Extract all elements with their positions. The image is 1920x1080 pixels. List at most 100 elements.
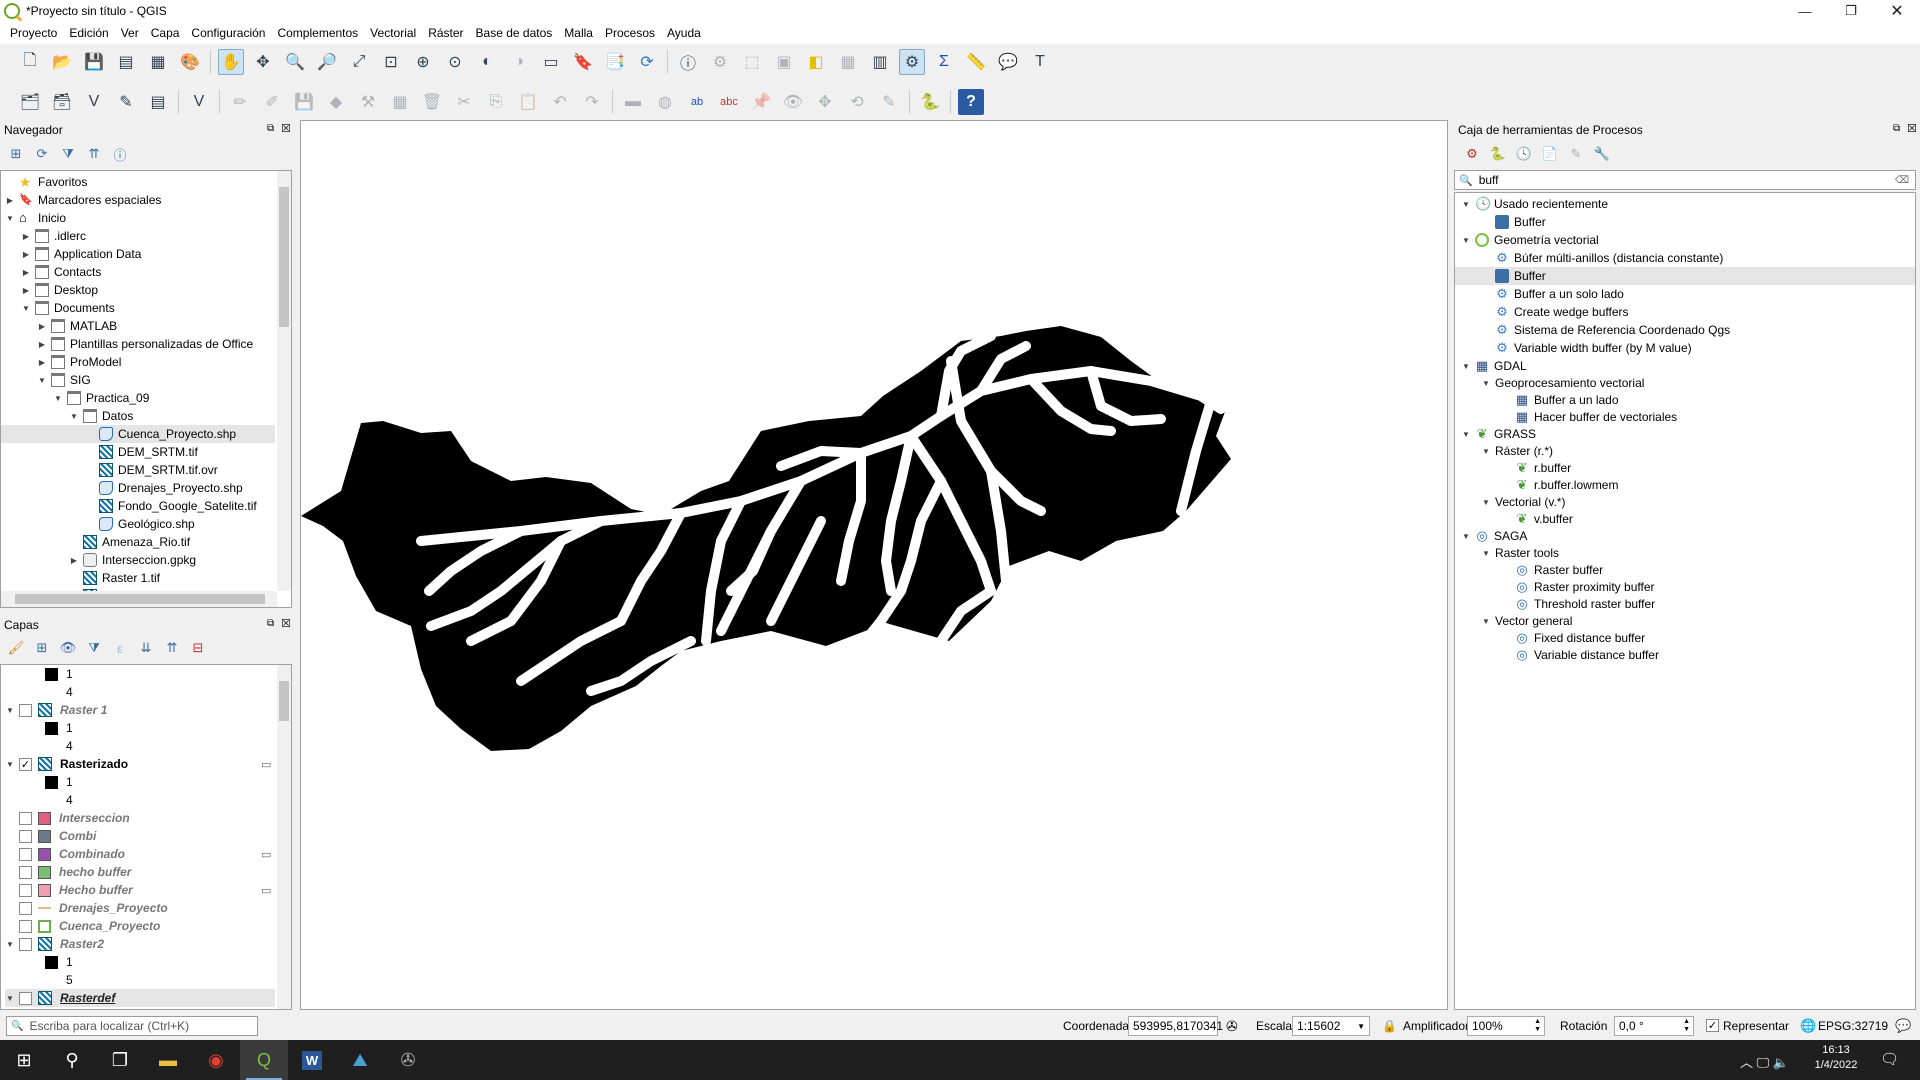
help-icon[interactable]: ? xyxy=(958,89,984,115)
digitize-with-segment-icon[interactable]: V xyxy=(186,89,212,115)
collapse-arrow-icon[interactable]: ▶ xyxy=(21,286,31,295)
zoom-native-icon[interactable]: ⊙ xyxy=(442,49,468,75)
open-project-icon[interactable]: 📂 xyxy=(49,49,75,75)
qgis-taskbar-icon[interactable]: Q xyxy=(240,1040,288,1080)
browser-item[interactable]: ▶ Application Data xyxy=(21,245,275,263)
browser-item[interactable]: Amenaza_Rio.tif xyxy=(69,533,275,551)
options-icon[interactable]: 🔧 xyxy=(1592,144,1612,164)
expand-arrow-icon[interactable]: ▼ xyxy=(1461,532,1471,541)
collapse-arrow-icon[interactable]: ▶ xyxy=(21,268,31,277)
processing-item[interactable]: ⚙ Buffer a un solo lado xyxy=(1455,285,1915,303)
browser-item[interactable]: Cuenca_Proyecto.shp xyxy=(1,425,275,443)
history-icon[interactable]: 🕓 xyxy=(1514,144,1534,164)
layer-item[interactable]: ▼ Raster 1 xyxy=(5,701,275,719)
processing-item[interactable]: ⚙ Variable width buffer (by M value) xyxy=(1455,339,1915,357)
layer-indicator-icon[interactable]: ▭ xyxy=(261,848,271,861)
zoom-full-icon[interactable]: ⤢ xyxy=(346,49,372,75)
run-feature-action-icon[interactable]: ⚙ xyxy=(707,49,733,75)
expand-arrow-icon[interactable]: ▼ xyxy=(1481,498,1491,507)
layer-visibility-checkbox[interactable] xyxy=(19,811,32,825)
processing-item[interactable]: ⚙ Búfer múlti-anillos (distancia constant… xyxy=(1455,249,1915,267)
collapse-arrow-icon[interactable]: ▶ xyxy=(37,340,47,349)
browser-item[interactable]: ▼ ⌂ Inicio xyxy=(5,209,275,227)
filter-by-expression-icon[interactable]: ε xyxy=(110,638,130,658)
paste-features-icon[interactable]: 📋 xyxy=(515,89,541,115)
processing-item[interactable]: ◎ Raster proximity buffer xyxy=(1455,578,1915,596)
tray-icons[interactable]: ︿ 🖵 🔈 xyxy=(1740,1052,1789,1071)
pan-map-icon[interactable]: ✋ xyxy=(218,49,244,75)
statistical-summary-icon[interactable]: Σ xyxy=(931,49,957,75)
task-view-icon[interactable]: ❐ xyxy=(96,1040,144,1080)
menu-capa[interactable]: Capa xyxy=(145,26,186,40)
layer-visibility-checkbox[interactable] xyxy=(19,919,32,933)
browser-item[interactable]: Drenajes_Proyecto.shp xyxy=(85,479,275,497)
menu-malla[interactable]: Malla xyxy=(558,26,599,40)
text-annotation-icon[interactable]: T xyxy=(1027,49,1053,75)
rotate-label-icon[interactable]: ⟲ xyxy=(844,89,870,115)
file-explorer-icon[interactable]: ▬ xyxy=(144,1040,192,1080)
expand-arrow-icon[interactable]: ▼ xyxy=(5,706,15,715)
expand-arrow-icon[interactable]: ▼ xyxy=(5,760,15,769)
add-selected-layers-icon[interactable]: ⊞ xyxy=(6,144,26,164)
clock[interactable]: 16:13 1/4/2022 xyxy=(1812,1044,1860,1071)
messages-icon[interactable]: 💬 xyxy=(1895,1018,1911,1034)
processing-search-field[interactable]: 🔍 buff ⌫ xyxy=(1454,170,1916,190)
zoom-last-icon[interactable]: ◐ xyxy=(474,49,500,75)
show-hide-labels-icon[interactable]: 👁 xyxy=(780,89,806,115)
new-geopackage-layer-icon[interactable]: 🗃 xyxy=(49,89,75,115)
crs-label[interactable]: EPSG:32719 xyxy=(1818,1019,1888,1033)
zoom-out-icon[interactable]: 🔎 xyxy=(314,49,340,75)
browser-item[interactable]: ▼ Practica_09 xyxy=(53,389,275,407)
layer-visibility-checkbox[interactable]: ✓ xyxy=(19,757,32,771)
browser-item[interactable]: ▶ .idlerc xyxy=(21,227,275,245)
browser-item[interactable]: ▶ Interseccion.gpkg xyxy=(69,551,275,569)
expand-arrow-icon[interactable]: ▼ xyxy=(1461,430,1471,439)
processing-item[interactable]: ◎ Raster buffer xyxy=(1455,561,1915,579)
identify-features-icon[interactable]: ⓘ xyxy=(675,49,701,75)
new-bookmark-icon[interactable]: 🔖 xyxy=(570,49,596,75)
layer-indicator-icon[interactable]: ▭ xyxy=(261,884,271,897)
results-viewer-icon[interactable]: 📄 xyxy=(1540,144,1560,164)
browser-item[interactable]: ▶ Desktop xyxy=(21,281,275,299)
manage-map-themes-icon[interactable]: 👁 xyxy=(58,638,78,658)
layer-labeling-icon[interactable]: ab xyxy=(684,89,710,115)
label-toolbar-icon[interactable]: ▬ xyxy=(620,89,646,115)
browser-item[interactable]: ▶ MATLAB xyxy=(37,317,275,335)
expand-arrow-icon[interactable]: ▼ xyxy=(1461,200,1471,209)
processing-item[interactable]: ◎ Fixed distance buffer xyxy=(1455,629,1915,647)
menu-edicion[interactable]: Edición xyxy=(63,26,114,40)
scripts-icon[interactable]: 🐍 xyxy=(1488,144,1508,164)
collapse-arrow-icon[interactable]: ▶ xyxy=(37,358,47,367)
maximize-button[interactable]: ❐ xyxy=(1828,0,1874,22)
processing-item[interactable]: ▼ Geometría vectorial xyxy=(1455,231,1915,249)
layer-visibility-checkbox[interactable] xyxy=(19,847,32,861)
browser-item[interactable]: DEM_SRTM.tif.ovr xyxy=(85,461,275,479)
layer-visibility-checkbox[interactable] xyxy=(19,883,32,897)
layer-item[interactable]: Combi xyxy=(5,827,275,845)
delete-selected-icon[interactable]: 🗑 xyxy=(419,89,445,115)
layer-visibility-checkbox[interactable] xyxy=(19,865,32,879)
new-shapefile-layer-icon[interactable]: V xyxy=(81,89,107,115)
menu-configuracion[interactable]: Configuración xyxy=(185,26,271,40)
processing-item[interactable]: ▼ Vectorial (v.*) xyxy=(1455,493,1915,511)
new-project-icon[interactable]: 🗋 xyxy=(17,49,43,75)
notifications-icon[interactable]: 🗨 xyxy=(1880,1050,1899,1068)
close-button[interactable]: ✕ xyxy=(1874,0,1920,22)
cut-features-icon[interactable]: ✂ xyxy=(451,89,477,115)
current-edits-icon[interactable]: ✏ xyxy=(227,89,253,115)
add-feature-icon[interactable]: ◆ xyxy=(323,89,349,115)
processing-float-button[interactable]: ⧉ xyxy=(1893,123,1900,134)
expand-all-icon[interactable]: ⇊ xyxy=(136,638,156,658)
select-features-icon[interactable]: ⬚ xyxy=(739,49,765,75)
browser-item[interactable]: ▼ Documents xyxy=(21,299,275,317)
layer-item[interactable]: Combinado ▭ xyxy=(5,845,275,863)
coordinate-field[interactable]: 593995,8170341 xyxy=(1128,1016,1223,1036)
locator-search[interactable]: 🔍 Escriba para localizar (Ctrl+K) xyxy=(6,1016,258,1036)
expand-arrow-icon[interactable]: ▼ xyxy=(5,940,15,949)
processing-item[interactable]: Buffer xyxy=(1455,213,1915,231)
start-icon[interactable]: ⊞ xyxy=(0,1040,48,1080)
browser-item[interactable]: ▶ ProModel xyxy=(37,353,275,371)
expand-arrow-icon[interactable]: ▼ xyxy=(1481,617,1491,626)
layer-visibility-checkbox[interactable] xyxy=(19,703,32,717)
layer-visibility-checkbox[interactable] xyxy=(19,901,32,915)
